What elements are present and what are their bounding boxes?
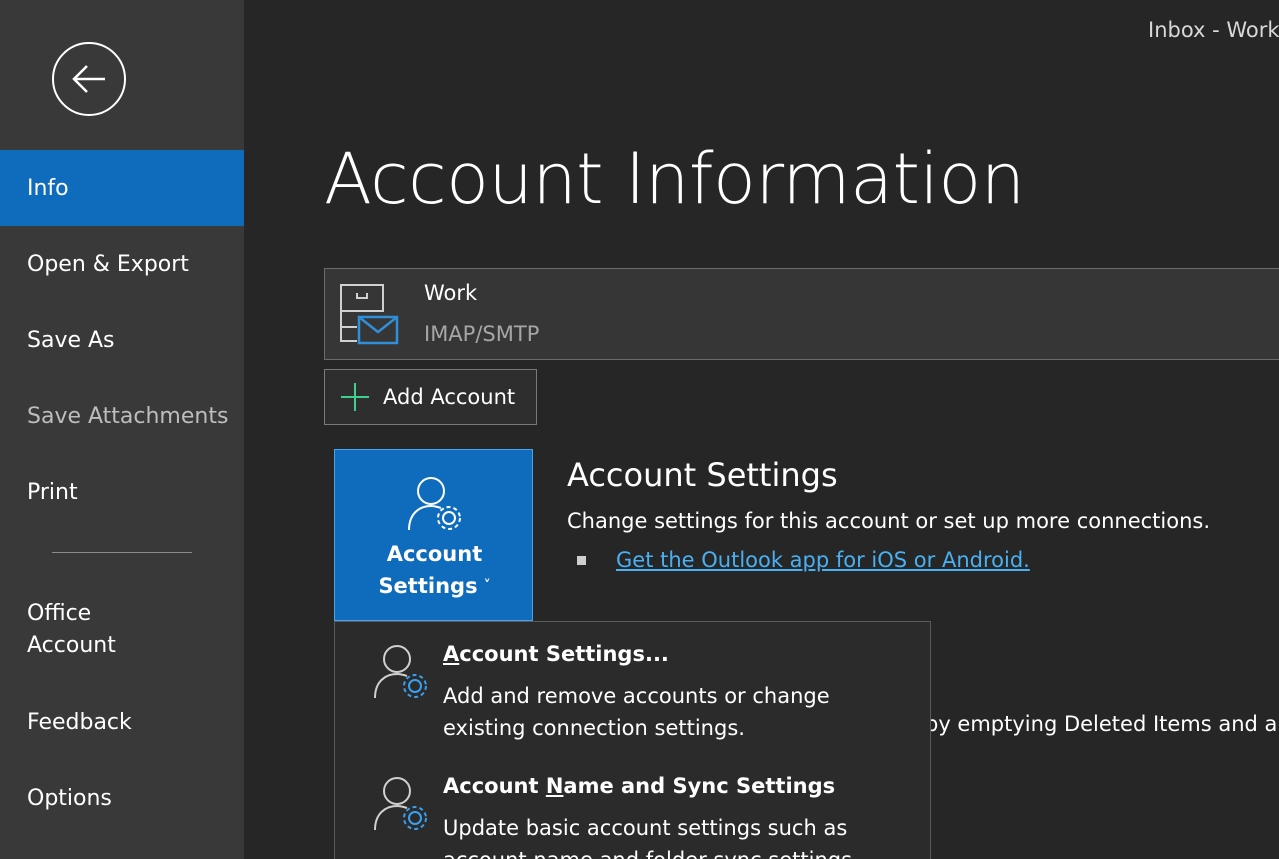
- user-gear-icon: [374, 777, 427, 831]
- add-account-label: Add Account: [383, 385, 516, 409]
- nav-item-label: Feedback: [27, 709, 132, 735]
- user-gear-icon: [408, 477, 461, 531]
- menu-item-account-settings[interactable]: Account Settings... Add and remove accou…: [335, 622, 930, 754]
- outlook-mobile-link[interactable]: Get the Outlook app for iOS or Android.: [616, 548, 1030, 572]
- menu-item-title: Account Name and Sync Settings: [443, 774, 835, 798]
- nav-item-label: Save Attachments: [27, 403, 229, 429]
- title-accelerator: N: [545, 774, 564, 798]
- nav-item-save-as[interactable]: Save As: [0, 302, 244, 378]
- back-button[interactable]: [52, 42, 126, 116]
- account-settings-tile-label: Account Settings ˅: [335, 538, 534, 605]
- title-rest: ccount Settings...: [459, 642, 669, 666]
- nav-item-save-attachments[interactable]: Save Attachments: [0, 378, 244, 454]
- nav-item-label: Office Account: [27, 601, 116, 658]
- nav-divider: [52, 552, 192, 553]
- page-title: Account Information: [324, 138, 1025, 220]
- menu-item-title: Account Settings...: [443, 642, 669, 666]
- nav-item-options[interactable]: Options: [0, 760, 244, 836]
- nav-item-label: Info: [27, 175, 69, 201]
- account-settings-menu: Account Settings... Add and remove accou…: [334, 621, 931, 859]
- section-heading: Account Settings: [567, 456, 838, 494]
- nav-item-feedback[interactable]: Feedback: [0, 684, 244, 760]
- menu-item-description: Update basic account settings such as ac…: [443, 816, 859, 859]
- mail-cabinet-icon: [340, 284, 399, 345]
- partially-hidden-text: by emptying Deleted Items and a: [925, 712, 1278, 736]
- nav-item-label: Open & Export: [27, 251, 189, 277]
- tile-label-line2-text: Settings: [378, 574, 478, 598]
- section-description: Change settings for this account or set …: [567, 509, 1211, 533]
- bullet-icon: [577, 556, 586, 565]
- add-account-button[interactable]: Add Account: [324, 369, 537, 425]
- title-prefix: Account: [443, 774, 546, 798]
- nav-item-label: Options: [27, 785, 112, 811]
- account-type: IMAP/SMTP: [424, 322, 540, 346]
- plus-icon: [341, 383, 369, 411]
- user-gear-icon: [374, 645, 427, 699]
- window-title: Inbox - Work: [1148, 18, 1279, 42]
- account-selector[interactable]: Work IMAP/SMTP: [324, 268, 1279, 360]
- account-settings-dropdown-button[interactable]: Account Settings ˅: [334, 449, 533, 621]
- nav-item-label: Print: [27, 479, 78, 505]
- nav-item-info[interactable]: Info: [0, 150, 244, 226]
- backstage-sidebar: Info Open & Export Save As Save Attachme…: [0, 0, 244, 859]
- menu-item-description: Add and remove accounts or change existi…: [443, 684, 830, 740]
- nav-item-print[interactable]: Print: [0, 454, 244, 530]
- tile-label-line1: Account: [386, 542, 483, 566]
- back-arrow-icon: [72, 65, 105, 93]
- chevron-down-icon: ˅: [483, 578, 491, 594]
- nav-item-label: Save As: [27, 327, 115, 353]
- tile-label-line2: Settings ˅: [335, 570, 534, 605]
- menu-item-account-name-sync[interactable]: Account Name and Sync Settings Update ba…: [335, 754, 930, 859]
- title-accelerator: A: [443, 642, 460, 666]
- account-name: Work: [424, 281, 478, 305]
- nav-item-office-account[interactable]: Office Account: [0, 590, 244, 670]
- nav-item-open-export[interactable]: Open & Export: [0, 226, 244, 302]
- title-rest: ame and Sync Settings: [563, 774, 836, 798]
